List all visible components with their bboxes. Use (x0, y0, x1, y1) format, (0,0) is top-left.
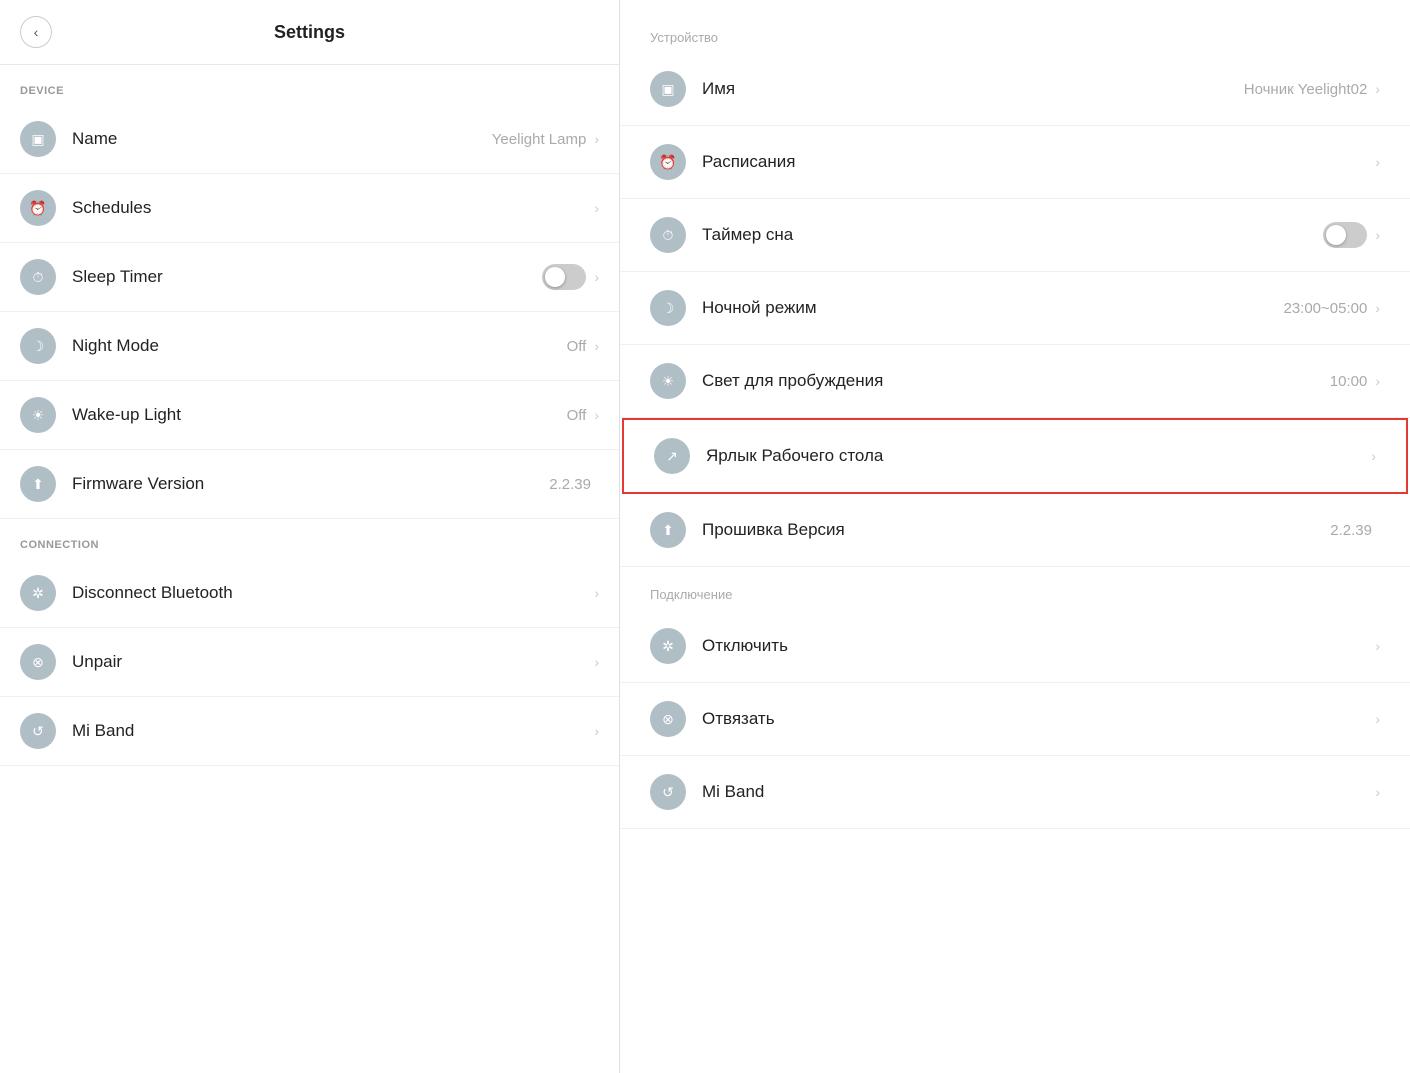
right-settings-item-schedules[interactable]: ⏰ Расписания › (620, 126, 1410, 199)
right-shortcut-chevron: › (1371, 448, 1376, 464)
settings-header: ‹ Settings (0, 0, 619, 65)
right-settings-item-unpair[interactable]: ⊗ Отвязать › (620, 683, 1410, 756)
name-value: Yeelight Lamp (492, 131, 587, 148)
sleep-timer-chevron: › (594, 269, 599, 285)
right-night-mode-icon: ☽ (650, 290, 686, 326)
settings-item-name[interactable]: ▣ Name Yeelight Lamp › (0, 105, 619, 174)
right-disconnect-label: Отключить (702, 636, 1375, 656)
firmware-label: Firmware Version (72, 474, 549, 494)
right-settings-item-mi-band[interactable]: ↺ Mi Band › (620, 756, 1410, 829)
right-device-section-label: Устройство (620, 10, 1410, 53)
wake-up-light-icon: ☀ (20, 397, 56, 433)
disconnect-bluetooth-chevron: › (594, 585, 599, 601)
firmware-value: 2.2.39 (549, 476, 591, 493)
settings-item-night-mode[interactable]: ☽ Night Mode Off › (0, 312, 619, 381)
right-bluetooth-icon: ✲ (650, 628, 686, 664)
right-wake-up-light-icon: ☀ (650, 363, 686, 399)
right-sleep-timer-icon: ⏱ (650, 217, 686, 253)
right-name-chevron: › (1375, 81, 1380, 97)
right-mi-band-chevron: › (1375, 784, 1380, 800)
left-panel: ‹ Settings DEVICE ▣ Name Yeelight Lamp ›… (0, 0, 620, 1073)
unpair-chevron: › (594, 654, 599, 670)
right-schedules-icon: ⏰ (650, 144, 686, 180)
schedules-icon: ⏰ (20, 190, 56, 226)
right-sleep-timer-chevron: › (1375, 227, 1380, 243)
sleep-timer-icon: ⏱ (20, 259, 56, 295)
name-icon: ▣ (20, 121, 56, 157)
right-settings-item-wake-up-light[interactable]: ☀ Свет для пробуждения 10:00 › (620, 345, 1410, 418)
settings-item-sleep-timer[interactable]: ⏱ Sleep Timer › (0, 243, 619, 312)
name-label: Name (72, 129, 492, 149)
right-night-mode-label: Ночной режим (702, 298, 1283, 318)
wake-up-light-label: Wake-up Light (72, 405, 567, 425)
right-shortcut-label: Ярлык Рабочего стола (706, 446, 1371, 466)
right-name-value: Ночник Yeelight02 (1244, 81, 1368, 98)
right-mi-band-icon: ↺ (650, 774, 686, 810)
schedules-label: Schedules (72, 198, 594, 218)
right-unpair-icon: ⊗ (650, 701, 686, 737)
sleep-timer-label: Sleep Timer (72, 267, 542, 287)
settings-item-mi-band[interactable]: ↺ Mi Band › (0, 697, 619, 766)
page-title: Settings (274, 22, 345, 43)
connection-section-label: CONNECTION (0, 519, 619, 559)
settings-item-wake-up-light[interactable]: ☀ Wake-up Light Off › (0, 381, 619, 450)
right-settings-item-firmware[interactable]: ⬆ Прошивка Версия 2.2.39 (620, 494, 1410, 567)
right-sleep-timer-label: Таймер сна (702, 225, 1323, 245)
right-settings-item-shortcut[interactable]: ↗ Ярлык Рабочего стола › (622, 418, 1408, 494)
right-settings-item-sleep-timer[interactable]: ⏱ Таймер сна › (620, 199, 1410, 272)
bluetooth-icon: ✲ (20, 575, 56, 611)
name-chevron: › (594, 131, 599, 147)
mi-band-icon: ↺ (20, 713, 56, 749)
mi-band-label: Mi Band (72, 721, 594, 741)
right-settings-item-name[interactable]: ▣ Имя Ночник Yeelight02 › (620, 53, 1410, 126)
right-settings-item-disconnect[interactable]: ✲ Отключить › (620, 610, 1410, 683)
sleep-timer-toggle[interactable] (542, 264, 586, 290)
right-firmware-label: Прошивка Версия (702, 520, 1330, 540)
back-button[interactable]: ‹ (20, 16, 52, 48)
right-panel: Устройство ▣ Имя Ночник Yeelight02 › ⏰ Р… (620, 0, 1410, 1073)
right-schedules-chevron: › (1375, 154, 1380, 170)
right-device-list: ▣ Имя Ночник Yeelight02 › ⏰ Расписания ›… (620, 53, 1410, 567)
right-connection-list: ✲ Отключить › ⊗ Отвязать › ↺ Mi Band › (620, 610, 1410, 829)
right-firmware-icon: ⬆ (650, 512, 686, 548)
settings-item-disconnect-bluetooth[interactable]: ✲ Disconnect Bluetooth › (0, 559, 619, 628)
night-mode-chevron: › (594, 338, 599, 354)
disconnect-bluetooth-label: Disconnect Bluetooth (72, 583, 594, 603)
device-settings-list: ▣ Name Yeelight Lamp › ⏰ Schedules › ⏱ S… (0, 105, 619, 519)
right-name-icon: ▣ (650, 71, 686, 107)
wake-up-light-value: Off (567, 407, 587, 424)
right-unpair-label: Отвязать (702, 709, 1375, 729)
unpair-icon: ⊗ (20, 644, 56, 680)
right-name-label: Имя (702, 79, 1244, 99)
right-wake-up-light-chevron: › (1375, 373, 1380, 389)
right-sleep-timer-toggle[interactable] (1323, 222, 1367, 248)
settings-item-firmware[interactable]: ⬆ Firmware Version 2.2.39 (0, 450, 619, 519)
right-firmware-value: 2.2.39 (1330, 522, 1372, 539)
night-mode-value: Off (567, 338, 587, 355)
wake-up-light-chevron: › (594, 407, 599, 423)
unpair-label: Unpair (72, 652, 594, 672)
right-night-mode-value: 23:00~05:00 (1283, 300, 1367, 317)
right-disconnect-chevron: › (1375, 638, 1380, 654)
schedules-chevron: › (594, 200, 599, 216)
right-mi-band-label: Mi Band (702, 782, 1375, 802)
right-wake-up-light-label: Свет для пробуждения (702, 371, 1330, 391)
right-night-mode-chevron: › (1375, 300, 1380, 316)
firmware-icon: ⬆ (20, 466, 56, 502)
right-connection-section-label: Подключение (620, 567, 1410, 610)
device-section-label: DEVICE (0, 65, 619, 105)
night-mode-label: Night Mode (72, 336, 567, 356)
settings-item-unpair[interactable]: ⊗ Unpair › (0, 628, 619, 697)
right-wake-up-light-value: 10:00 (1330, 373, 1368, 390)
night-mode-icon: ☽ (20, 328, 56, 364)
right-unpair-chevron: › (1375, 711, 1380, 727)
back-icon: ‹ (34, 24, 39, 40)
right-settings-item-night-mode[interactable]: ☽ Ночной режим 23:00~05:00 › (620, 272, 1410, 345)
right-shortcut-icon: ↗ (654, 438, 690, 474)
connection-settings-list: ✲ Disconnect Bluetooth › ⊗ Unpair › ↺ Mi… (0, 559, 619, 766)
settings-item-schedules[interactable]: ⏰ Schedules › (0, 174, 619, 243)
right-schedules-label: Расписания (702, 152, 1375, 172)
mi-band-chevron: › (594, 723, 599, 739)
